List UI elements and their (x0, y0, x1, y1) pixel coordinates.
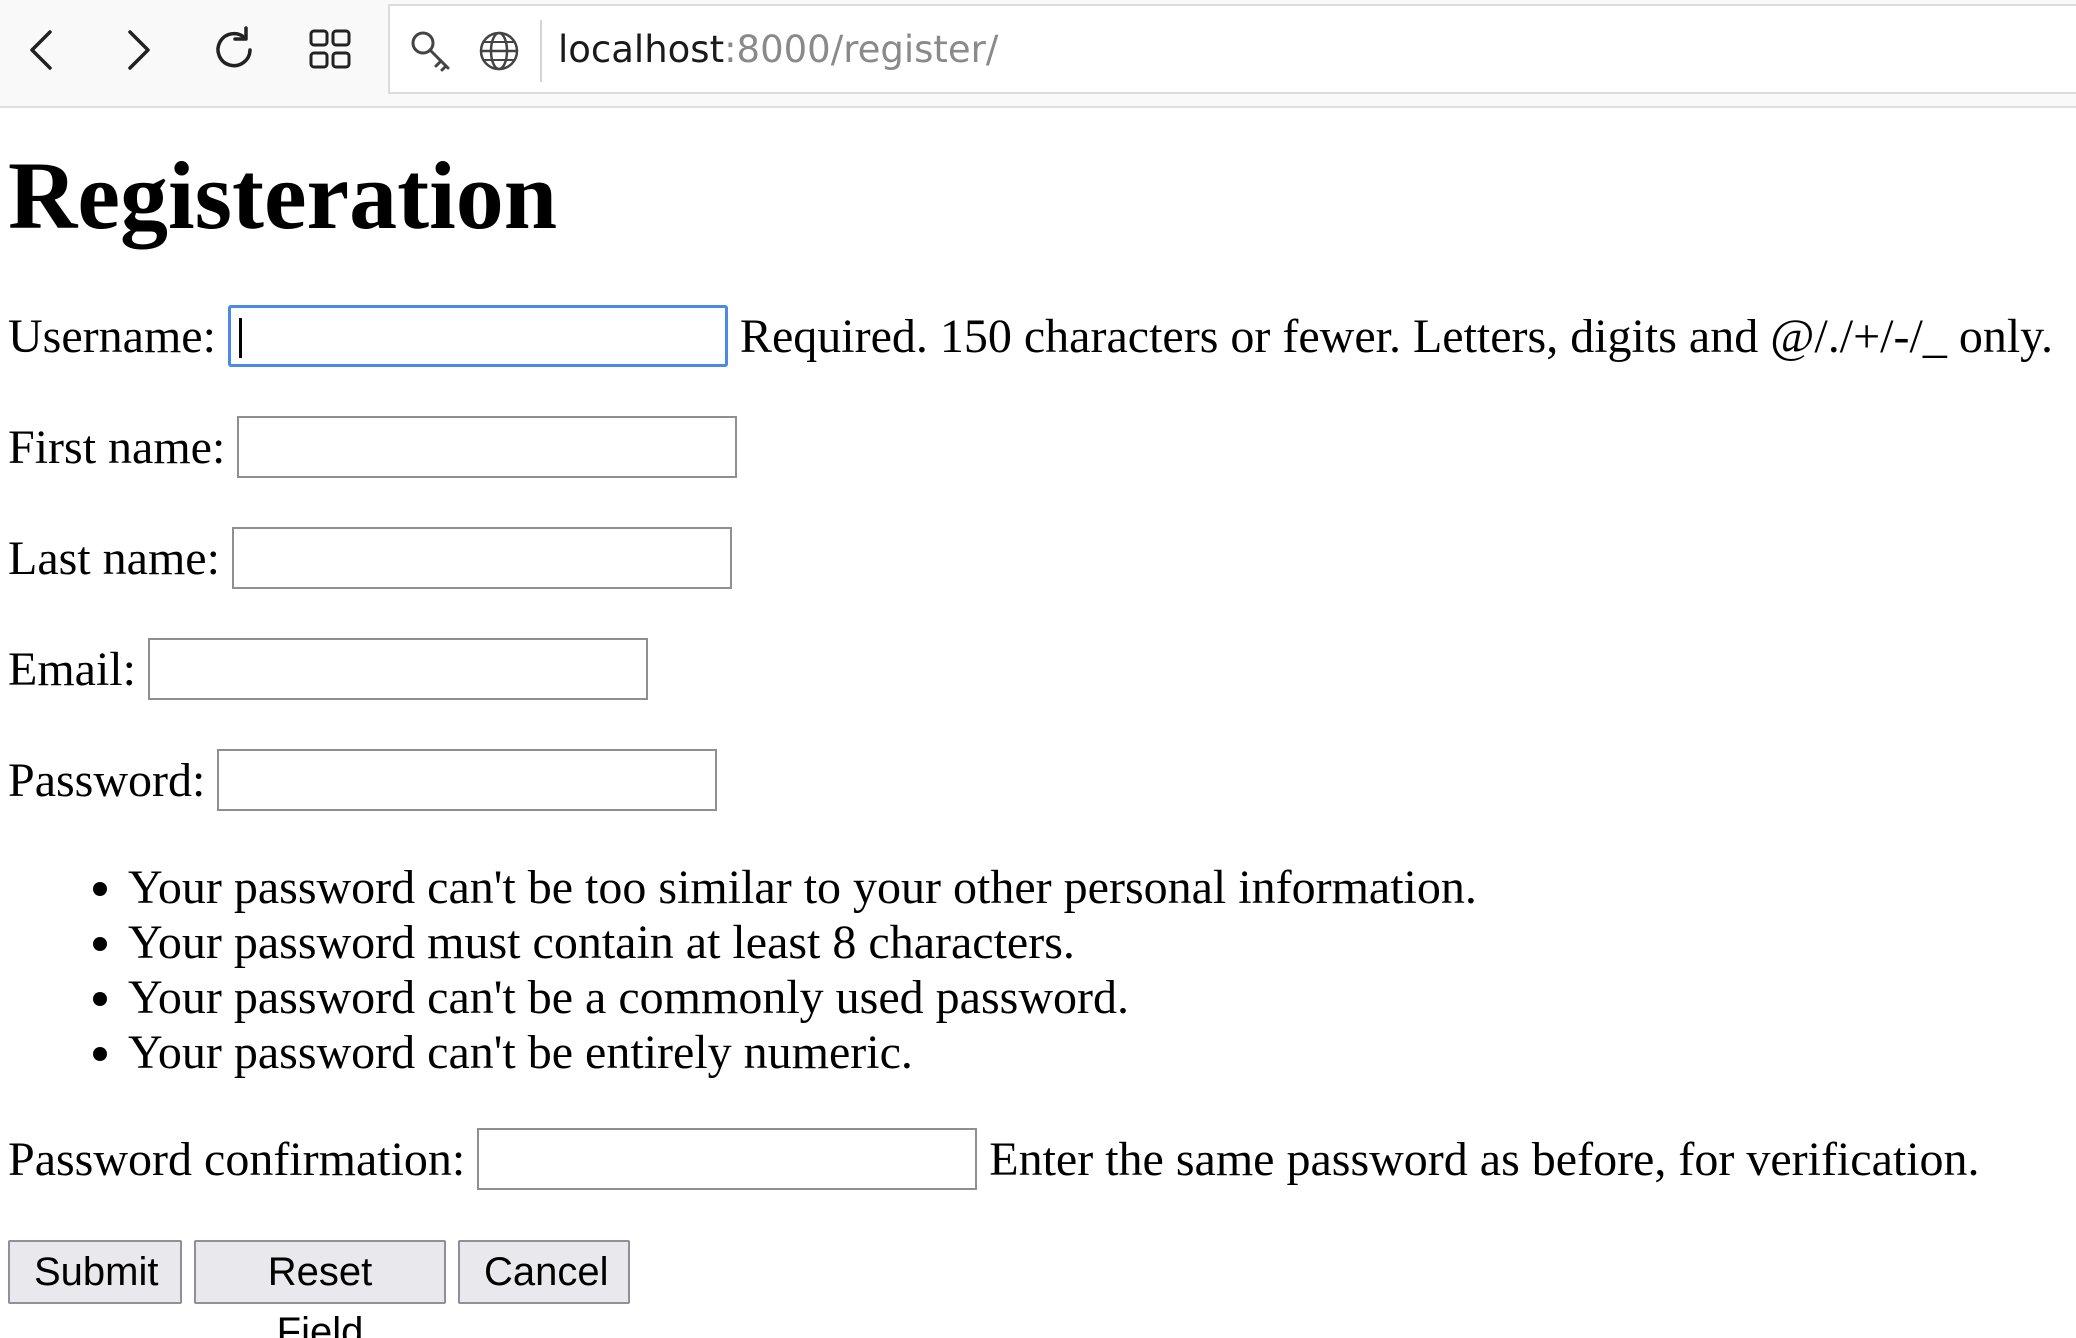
password-label: Password: (8, 753, 206, 807)
password-rule: Your password can't be entirely numeric. (128, 1025, 1477, 1080)
last-name-label: Last name: (8, 531, 220, 585)
password-rule: Your password must contain at least 8 ch… (128, 915, 1477, 970)
username-help-text: Required. 150 characters or fewer. Lette… (739, 309, 2054, 363)
password-rules-list: Your password can't be too similar to yo… (8, 860, 1477, 1080)
url-path: :8000/register/ (724, 28, 999, 71)
browser-toolbar: localhost:8000/register/ (0, 0, 2076, 108)
password-confirmation-label: Password confirmation: (8, 1132, 466, 1186)
email-row: Email: (8, 637, 648, 701)
address-bar-separator (540, 20, 542, 82)
back-arrow-icon[interactable] (6, 14, 78, 86)
password-row: Password: (8, 748, 718, 812)
address-bar[interactable]: localhost:8000/register/ (388, 4, 2076, 94)
reset-field-button[interactable]: Reset Field (194, 1240, 446, 1338)
last-name-row: Last name: (8, 526, 732, 590)
globe-icon[interactable] (476, 28, 522, 74)
cancel-button[interactable]: Cancel (458, 1240, 630, 1304)
text-caret (238, 318, 242, 358)
email-input[interactable] (147, 638, 648, 700)
password-confirmation-row: Password confirmation: Enter the same pa… (8, 1127, 1980, 1191)
username-row: Username: Required. 150 characters or fe… (8, 304, 2053, 368)
reload-icon[interactable] (198, 14, 270, 86)
password-rule: Your password can't be too similar to yo… (128, 860, 1477, 915)
first-name-label: First name: (8, 420, 226, 474)
first-name-input[interactable] (237, 416, 738, 478)
grid-icon[interactable] (294, 14, 366, 86)
username-input[interactable] (227, 305, 728, 367)
email-label: Email: (8, 642, 136, 696)
key-icon[interactable] (408, 28, 454, 74)
page-title: Registeration (8, 142, 558, 249)
first-name-row: First name: (8, 415, 738, 479)
url-host: localhost (558, 28, 725, 71)
forward-arrow-icon[interactable] (102, 14, 174, 86)
username-label: Username: (8, 309, 216, 363)
password-confirmation-input[interactable] (477, 1128, 978, 1190)
url-text[interactable]: localhost:8000/register/ (558, 24, 998, 76)
password-rule: Your password can't be a commonly used p… (128, 970, 1477, 1025)
form-buttons: Submit Reset Field Cancel (8, 1240, 630, 1338)
password-confirmation-help-text: Enter the same password as before, for v… (989, 1132, 1980, 1186)
password-input[interactable] (217, 749, 718, 811)
last-name-input[interactable] (231, 527, 732, 589)
submit-button[interactable]: Submit (8, 1240, 182, 1304)
